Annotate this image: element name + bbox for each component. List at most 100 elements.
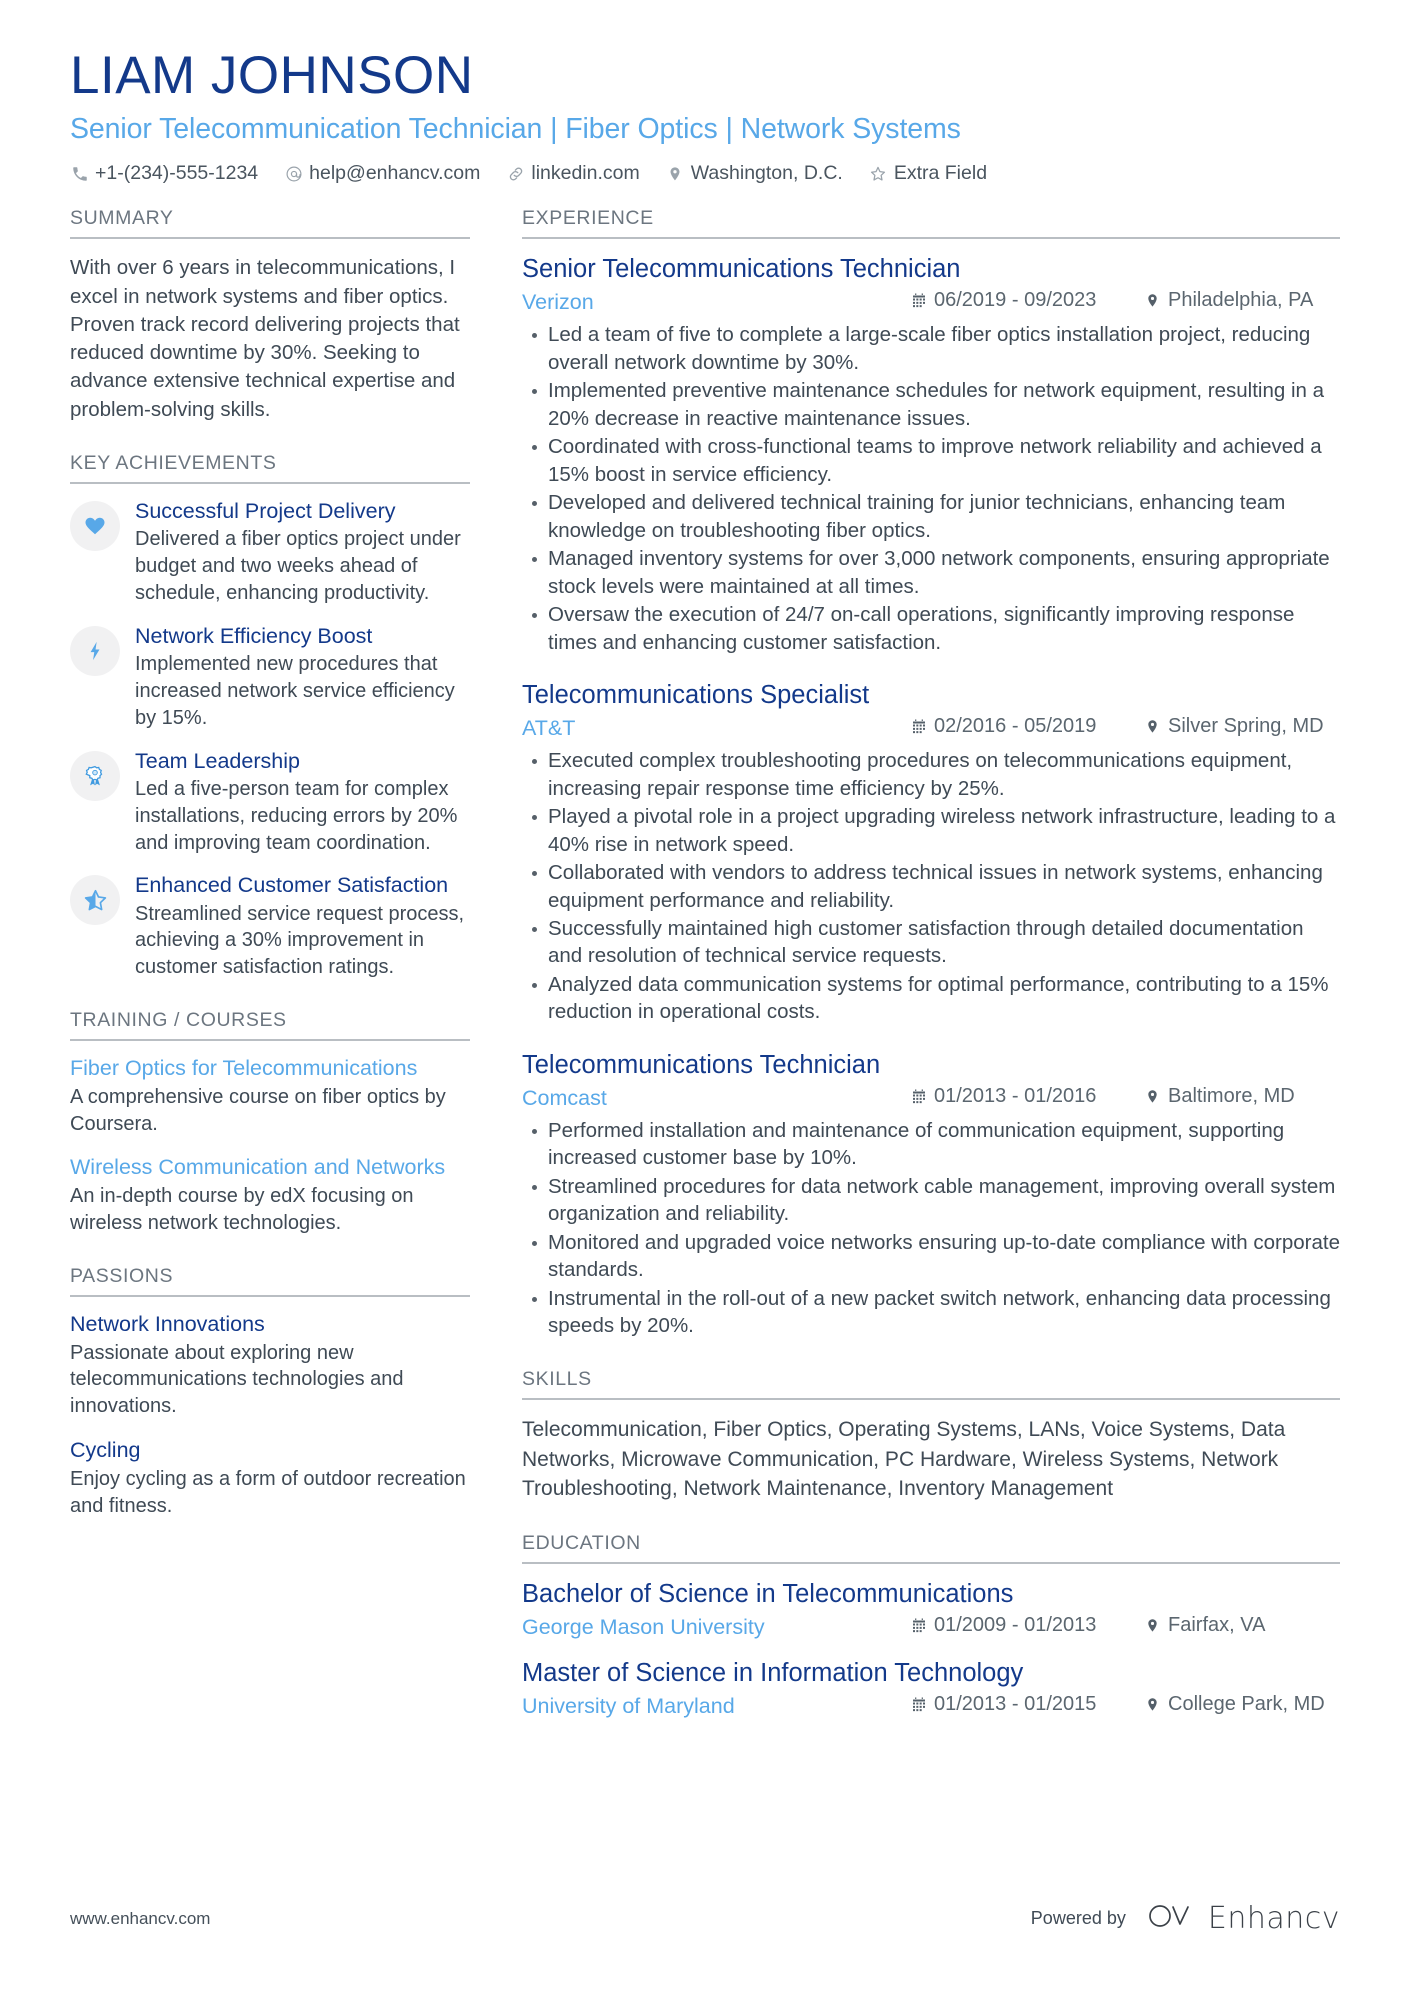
contact-row: +1-(234)-555-1234 help@enhancv.com linke… bbox=[70, 162, 1340, 185]
brand-name: Enhancv bbox=[1207, 1901, 1340, 1936]
section-heading-training-courses: TRAINING / COURSES bbox=[70, 1009, 470, 1042]
section-passions: PASSIONS Network Innovations Passionate … bbox=[70, 1265, 470, 1520]
achievement-item: Successful Project Delivery Delivered a … bbox=[70, 499, 470, 607]
calendar-icon bbox=[910, 1616, 927, 1635]
experience-item: Telecommunications Technician Comcast 01… bbox=[522, 1050, 1340, 1340]
job-meta: AT&T 02/2016 - 05/2019 Silver Spring, MD bbox=[522, 715, 1340, 741]
section-experience: EXPERIENCE Senior Telecommunications Tec… bbox=[522, 207, 1340, 1339]
job-bullet: Executed complex troubleshooting procedu… bbox=[522, 747, 1340, 802]
summary-text: With over 6 years in telecommunications,… bbox=[70, 256, 460, 421]
job-location-text: Philadelphia, PA bbox=[1168, 289, 1314, 312]
section-heading-passions: PASSIONS bbox=[70, 1265, 470, 1297]
email-icon bbox=[284, 164, 303, 183]
achievement-item: Enhanced Customer Satisfaction Streamlin… bbox=[70, 873, 470, 981]
job-location: Philadelphia, PA bbox=[1144, 289, 1340, 312]
job-location: Silver Spring, MD bbox=[1144, 715, 1340, 738]
experience-item: Telecommunications Specialist AT&T 02/20… bbox=[522, 680, 1340, 1026]
achievement-icon-badge bbox=[70, 875, 120, 926]
education-dates-text: 01/2009 - 01/2013 bbox=[934, 1614, 1097, 1637]
education-location: Fairfax, VA bbox=[1144, 1614, 1340, 1637]
achievement-description: Led a five-person team for complex insta… bbox=[135, 777, 458, 854]
passion-description: Enjoy cycling as a form of outdoor recre… bbox=[70, 1467, 466, 1517]
skills-text: Telecommunication, Fiber Optics, Operati… bbox=[522, 1417, 1286, 1501]
training-description: A comprehensive course on fiber optics b… bbox=[70, 1085, 446, 1135]
section-heading-skills: SKILLS bbox=[522, 1368, 1340, 1400]
achievement-icon-badge bbox=[70, 750, 120, 801]
job-bullet: Performed installation and maintenance o… bbox=[522, 1117, 1340, 1172]
job-meta: Verizon 06/2019 - 09/2023 Philadelphia, … bbox=[522, 289, 1340, 315]
training-title[interactable]: Wireless Communication and Networks bbox=[70, 1155, 470, 1181]
calendar-icon bbox=[910, 1087, 927, 1106]
contact-phone-text: +1-(234)-555-1234 bbox=[95, 162, 259, 185]
job-bullet: Coordinated with cross-functional teams … bbox=[522, 433, 1340, 488]
job-location-text: Silver Spring, MD bbox=[1168, 715, 1324, 738]
footer-url[interactable]: www.enhancv.com bbox=[70, 1909, 210, 1929]
passion-item: Network Innovations Passionate about exp… bbox=[70, 1312, 470, 1420]
contact-location[interactable]: Washington, D.C. bbox=[666, 162, 843, 185]
job-dates-text: 06/2019 - 09/2023 bbox=[934, 289, 1097, 312]
section-summary: SUMMARY With over 6 years in telecommuni… bbox=[70, 207, 470, 424]
passion-description: Passionate about exploring new telecommu… bbox=[70, 1341, 404, 1418]
contact-link[interactable]: linkedin.com bbox=[506, 162, 640, 185]
section-heading-experience: EXPERIENCE bbox=[522, 207, 1340, 240]
contact-location-text: Washington, D.C. bbox=[690, 162, 843, 185]
job-bullet: Managed inventory systems for over 3,000… bbox=[522, 545, 1340, 600]
job-bullet: Successfully maintained high customer sa… bbox=[522, 915, 1340, 970]
job-dates: 01/2013 - 01/2016 bbox=[910, 1085, 1122, 1108]
resume-page: LIAM JOHNSON Senior Telecommunication Te… bbox=[0, 0, 1410, 1995]
achievement-description: Implemented new procedures that increase… bbox=[135, 653, 455, 729]
location-pin-icon bbox=[1144, 291, 1161, 310]
calendar-icon bbox=[910, 717, 927, 736]
half-star-icon bbox=[83, 888, 108, 913]
sidebar-column: SUMMARY With over 6 years in telecommuni… bbox=[70, 207, 470, 1547]
calendar-icon bbox=[910, 1695, 927, 1714]
education-location-text: College Park, MD bbox=[1168, 1693, 1325, 1716]
job-company[interactable]: AT&T bbox=[522, 716, 888, 741]
section-heading-summary: SUMMARY bbox=[70, 207, 470, 240]
location-pin-icon bbox=[1144, 1087, 1161, 1106]
contact-email[interactable]: help@enhancv.com bbox=[284, 162, 480, 185]
job-bullet: Implemented preventive maintenance sched… bbox=[522, 377, 1340, 432]
job-company[interactable]: Comcast bbox=[522, 1086, 888, 1111]
resume-footer: www.enhancv.com Powered by Enhancv bbox=[70, 1900, 1340, 1937]
education-item: Master of Science in Information Technol… bbox=[522, 1658, 1340, 1719]
education-school[interactable]: George Mason University bbox=[522, 1615, 888, 1640]
headline-subtitle: Senior Telecommunication Technician | Fi… bbox=[70, 113, 961, 146]
job-role: Telecommunications Specialist bbox=[522, 681, 870, 710]
contact-phone[interactable]: +1-(234)-555-1234 bbox=[70, 162, 258, 185]
contact-link-text: linkedin.com bbox=[531, 162, 640, 185]
job-bullet: Played a pivotal role in a project upgra… bbox=[522, 803, 1340, 858]
achievement-title: Successful Project Delivery bbox=[135, 499, 396, 524]
achievement-icon-badge bbox=[70, 625, 120, 676]
heart-icon bbox=[83, 514, 107, 538]
job-bullets: Led a team of five to complete a large-s… bbox=[522, 321, 1340, 656]
job-meta: Comcast 01/2013 - 01/2016 Baltimore, MD bbox=[522, 1085, 1340, 1111]
achievement-title: Network Efficiency Boost bbox=[135, 623, 373, 648]
link-icon bbox=[506, 164, 525, 183]
contact-email-text: help@enhancv.com bbox=[309, 162, 481, 185]
education-dates: 01/2013 - 01/2015 bbox=[910, 1693, 1122, 1716]
job-bullet: Collaborated with vendors to address tec… bbox=[522, 859, 1340, 914]
achievement-description: Streamlined service request process, ach… bbox=[135, 902, 465, 979]
job-bullet: Monitored and upgraded voice networks en… bbox=[522, 1229, 1340, 1284]
job-role: Telecommunications Technician bbox=[522, 1050, 881, 1079]
powered-by-label: Powered by bbox=[1030, 1908, 1126, 1928]
training-description: An in-depth course by edX focusing on wi… bbox=[70, 1185, 414, 1235]
location-pin-icon bbox=[1144, 1616, 1161, 1635]
education-degree: Master of Science in Information Technol… bbox=[522, 1659, 1024, 1688]
education-degree: Bachelor of Science in Telecommunication… bbox=[522, 1580, 1014, 1609]
education-item: Bachelor of Science in Telecommunication… bbox=[522, 1579, 1340, 1640]
job-dates: 02/2016 - 05/2019 bbox=[910, 715, 1122, 738]
enhancv-logo-icon bbox=[1146, 1900, 1198, 1937]
job-company[interactable]: Verizon bbox=[522, 290, 888, 315]
section-heading-key-achievements: KEY ACHIEVEMENTS bbox=[70, 452, 470, 485]
training-title[interactable]: Fiber Optics for Telecommunications bbox=[70, 1056, 470, 1082]
training-item: Wireless Communication and Networks An i… bbox=[70, 1155, 470, 1236]
job-bullet: Analyzed data communication systems for … bbox=[522, 971, 1340, 1026]
calendar-icon bbox=[910, 291, 927, 310]
section-key-achievements: KEY ACHIEVEMENTS Successful Project Deli… bbox=[70, 452, 470, 981]
contact-extra-field[interactable]: Extra Field bbox=[869, 162, 987, 185]
experience-item: Senior Telecommunications Technician Ver… bbox=[522, 254, 1340, 656]
education-school[interactable]: University of Maryland bbox=[522, 1694, 888, 1719]
achievement-title: Team Leadership bbox=[135, 748, 300, 773]
